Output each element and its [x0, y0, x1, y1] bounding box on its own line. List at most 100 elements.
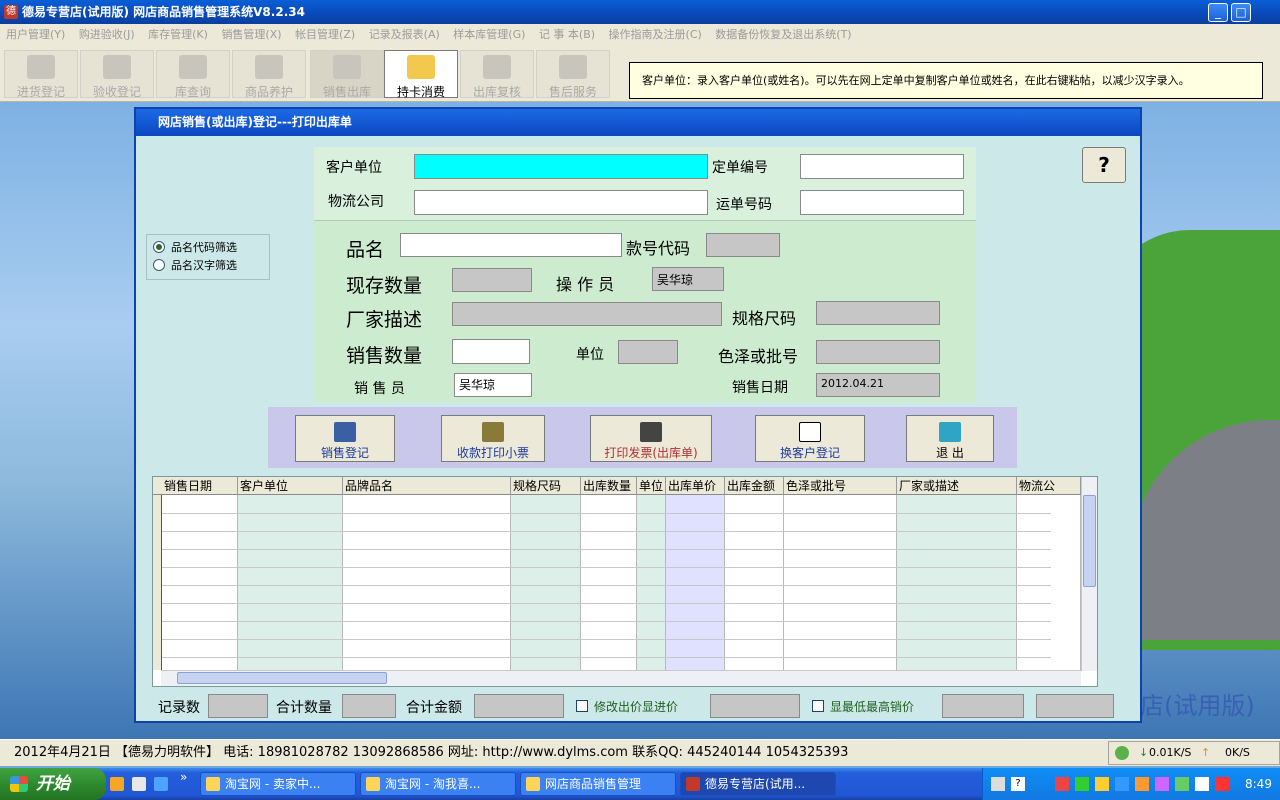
tray-app-icon[interactable]	[1135, 777, 1149, 791]
horizontal-scrollbar[interactable]	[161, 670, 1081, 686]
menu-item-users[interactable]: 用户管理(Y)	[6, 28, 65, 41]
task-taobao-like[interactable]: 淘宝网 - 淘我喜...	[360, 772, 516, 796]
grid-col-date	[162, 477, 238, 686]
col-header-qty[interactable]: 出库数量	[581, 477, 637, 495]
product-input[interactable]	[400, 233, 622, 257]
col-header-spec[interactable]: 规格尺码	[511, 477, 581, 495]
tb-aftersale[interactable]: 售后服务	[536, 50, 610, 99]
record-count-label: 记录数	[158, 700, 200, 716]
sale-qty-input[interactable]	[452, 339, 530, 364]
receipt-print-button[interactable]: 收款打印小票	[441, 415, 545, 462]
task-shop-manager-folder[interactable]: 网店商品销售管理	[520, 772, 676, 796]
menu-item-backup[interactable]: 数据备份恢复及退出系统(T)	[715, 28, 851, 41]
product-label: 品名	[346, 239, 385, 261]
min-price-field	[942, 694, 1024, 718]
col-header-unit[interactable]: 单位	[637, 477, 666, 495]
entry-panel: 客户单位 定单编号 物流公司 运单号码 品名 款号代码 现存数量 操 作 员 吴…	[314, 147, 976, 402]
switch-customer-button[interactable]: 换客户登记	[755, 415, 865, 462]
task-taobao-seller[interactable]: 淘宝网 - 卖家中...	[200, 772, 356, 796]
print-invoice-button[interactable]: 打印发票(出库单)	[590, 415, 712, 462]
tb-stock-query[interactable]: 库查询	[156, 50, 230, 99]
tb-receiving[interactable]: 验收登记	[80, 50, 154, 99]
menu-item-samples[interactable]: 样本库管理(G)	[453, 28, 525, 41]
task-deyi-app[interactable]: 德易专营店(试用...	[680, 772, 836, 796]
tray-app-icon[interactable]	[1175, 777, 1189, 791]
tb-card-pay[interactable]: 持卡消费	[384, 50, 458, 99]
quicklaunch-desktop-icon[interactable]	[132, 777, 146, 791]
dialog-title: 网店销售(或出库)登记---打印出库单	[136, 109, 1140, 136]
filter-hanzi-radio[interactable]	[153, 259, 165, 271]
maximize-button[interactable]: □	[1231, 3, 1251, 22]
style-code-label: 款号代码	[626, 239, 691, 258]
tray-app-icon[interactable]	[1115, 777, 1129, 791]
col-header-customer[interactable]: 客户单位	[238, 477, 343, 495]
aftersale-icon	[559, 55, 587, 79]
card-icon	[407, 55, 435, 79]
filter-code-radio[interactable]	[153, 241, 165, 253]
col-header-date[interactable]: 销售日期	[162, 477, 238, 495]
start-button[interactable]: 开始	[0, 768, 106, 800]
keyboard-icon[interactable]	[991, 777, 1005, 791]
tb-sales-out[interactable]: 销售出库	[310, 50, 384, 99]
grid-col-price	[666, 477, 725, 686]
total-qty-label: 合计数量	[276, 700, 332, 716]
menu-item-notebook[interactable]: 记 事 本(B)	[539, 28, 595, 41]
action-bar: 销售登记 收款打印小票 打印发票(出库单) 换客户登记 退 出	[268, 407, 1017, 468]
minimize-button[interactable]: _	[1208, 3, 1228, 22]
shield-icon[interactable]	[1215, 777, 1229, 791]
col-header-price[interactable]: 出库单价	[666, 477, 725, 495]
tray-app-icon[interactable]	[1155, 777, 1169, 791]
menu-item-purchase[interactable]: 购进验收(J)	[79, 28, 135, 41]
quicklaunch-media-icon[interactable]	[154, 777, 168, 791]
col-header-color[interactable]: 色泽或批号	[784, 477, 897, 495]
help-tray-icon[interactable]: ?	[1011, 777, 1025, 791]
menu-item-guide[interactable]: 操作指南及注册(C)	[609, 28, 702, 41]
col-header-product[interactable]: 品牌品名	[343, 477, 511, 495]
col-header-amount[interactable]: 出库金额	[725, 477, 784, 495]
menu-item-accounts[interactable]: 帐目管理(Z)	[295, 28, 355, 41]
filter-radio-group: 品名代码筛选 品名汉字筛选	[146, 234, 270, 280]
grid-col-amount	[725, 477, 784, 686]
tray-app-icon[interactable]	[1055, 777, 1069, 791]
tray-app-icon[interactable]	[1075, 777, 1089, 791]
horizontal-scroll-thumb[interactable]	[177, 672, 387, 684]
folder-icon	[526, 777, 540, 791]
menu-item-inventory[interactable]: 库存管理(K)	[148, 28, 208, 41]
grid-col-logistics	[1017, 477, 1081, 686]
menu-item-sales[interactable]: 销售管理(X)	[221, 28, 281, 41]
salesperson-input[interactable]: 吴华琼	[454, 373, 532, 397]
tb-review[interactable]: 出库复核	[460, 50, 534, 99]
stock-qty-label: 现存数量	[346, 275, 423, 297]
logistics-input[interactable]	[414, 190, 708, 215]
col-header-logistics[interactable]: 物流公	[1017, 477, 1081, 495]
tb-maintenance[interactable]: 商品养护	[232, 50, 306, 99]
sales-register-button[interactable]: 销售登记	[295, 415, 395, 462]
vertical-scrollbar[interactable]	[1081, 477, 1097, 671]
tb-purchase-entry[interactable]: 进货登记	[4, 50, 78, 99]
net-down-rate: 0.01K/S	[1149, 746, 1192, 759]
grid-col-unit	[637, 477, 666, 686]
app-icon[interactable]: 德	[4, 5, 18, 19]
modify-price-label: 修改出价显进价	[594, 700, 679, 714]
customer-input[interactable]	[414, 154, 708, 179]
col-header-maker[interactable]: 厂家或描述	[897, 477, 1017, 495]
taskbar: 开始 » 淘宝网 - 卖家中... 淘宝网 - 淘我喜... 网店商品销售管理 …	[0, 768, 1280, 800]
quicklaunch-more-icon[interactable]: »	[180, 770, 187, 784]
quicklaunch-ie-icon[interactable]	[110, 777, 124, 791]
show-min-max-label: 显最低最高销价	[830, 700, 915, 714]
show-min-max-checkbox[interactable]	[812, 700, 824, 712]
exit-button[interactable]: 退 出	[906, 415, 994, 462]
grid-col-color	[784, 477, 897, 686]
grid-col-spec	[511, 477, 581, 686]
order-no-input[interactable]	[800, 154, 964, 179]
menu-item-reports[interactable]: 记录及报表(A)	[369, 28, 440, 41]
help-button[interactable]: ?	[1082, 147, 1126, 183]
volume-icon[interactable]	[1195, 777, 1209, 791]
filter-hanzi-label: 品名汉字筛选	[171, 259, 237, 272]
tray-app-icon[interactable]	[1095, 777, 1109, 791]
vertical-scroll-thumb[interactable]	[1083, 495, 1096, 587]
trial-watermark: 店(试用版)	[1140, 692, 1255, 720]
up-arrow-icon: ↑	[1201, 746, 1211, 759]
waybill-input[interactable]	[800, 190, 964, 215]
modify-price-checkbox[interactable]	[576, 700, 588, 712]
